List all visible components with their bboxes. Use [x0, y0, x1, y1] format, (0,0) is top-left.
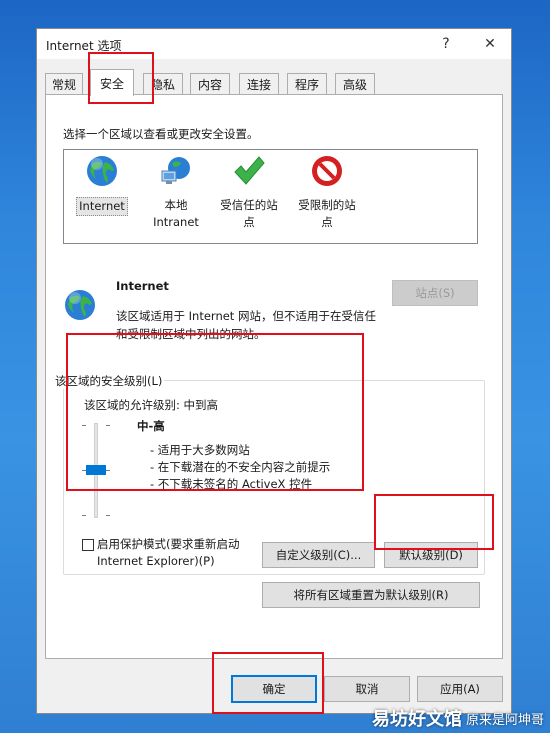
description-line: 该区域适用于 Internet 网站，但不适用于在受信任: [116, 309, 376, 323]
zone-trusted-sites[interactable]: 受信任的站 点: [214, 154, 284, 231]
protected-mode-checkbox[interactable]: [82, 539, 94, 551]
protected-mode-label[interactable]: 启用保护模式(要求重新启动 Internet Explorer)(P): [97, 536, 240, 570]
apply-button[interactable]: 应用(A): [417, 676, 503, 702]
selected-zone-name: Internet: [116, 279, 169, 293]
zone-label-line2: Intranet: [153, 215, 199, 229]
annotation-box-security-level: [66, 333, 364, 491]
zone-restricted-sites[interactable]: 受限制的站 点: [292, 154, 362, 231]
reset-all-zones-button[interactable]: 将所有区域重置为默认级别(R): [262, 582, 480, 608]
custom-level-button[interactable]: 自定义级别(C)...: [262, 542, 375, 568]
sites-button[interactable]: 站点(S): [392, 280, 478, 306]
annotation-box-default-level: [374, 494, 494, 550]
watermark-brand: 易坊好文馆: [371, 709, 462, 730]
watermark-author: 原来是阿坤哥: [465, 712, 544, 728]
restricted-icon: [312, 156, 342, 186]
globe-icon: [87, 156, 117, 186]
protected-mode-label-line: 启用保护模式(要求重新启动: [97, 537, 240, 551]
annotation-box-ok: [212, 652, 324, 714]
tab-content[interactable]: 内容: [190, 73, 230, 95]
zone-list: Internet 本地 Intranet 受信任的站 点 受限制的站 点: [63, 149, 478, 244]
checkmark-icon: [234, 156, 265, 185]
close-button[interactable]: ✕: [474, 32, 506, 56]
zone-label: Internet: [76, 197, 128, 216]
zone-label-line2: 点: [243, 215, 255, 229]
tab-general[interactable]: 常规: [45, 73, 83, 95]
zone-label-line1: 受信任的站: [220, 198, 278, 212]
help-button[interactable]: ?: [430, 32, 462, 56]
slider-tick: [82, 515, 86, 516]
zone-label-line1: 本地: [164, 198, 188, 212]
tab-programs[interactable]: 程序: [287, 73, 327, 95]
zone-local-intranet[interactable]: 本地 Intranet: [144, 154, 208, 231]
zone-prompt: 选择一个区域以查看或更改安全设置。: [63, 127, 259, 141]
zone-internet[interactable]: Internet: [72, 154, 132, 216]
zone-label-line1: 受限制的站: [298, 198, 356, 212]
globe-icon: [65, 290, 95, 320]
zone-label-line2: 点: [321, 215, 333, 229]
tab-connections[interactable]: 连接: [239, 73, 279, 95]
intranet-icon: [161, 157, 190, 184]
slider-tick: [106, 515, 110, 516]
cancel-button[interactable]: 取消: [324, 676, 410, 702]
tab-security[interactable]: 安全: [90, 69, 134, 96]
watermark: 易坊好文馆 原来是阿坤哥: [372, 705, 544, 731]
tab-advanced[interactable]: 高级: [335, 73, 375, 95]
protected-mode-label-line: Internet Explorer)(P): [97, 554, 215, 568]
